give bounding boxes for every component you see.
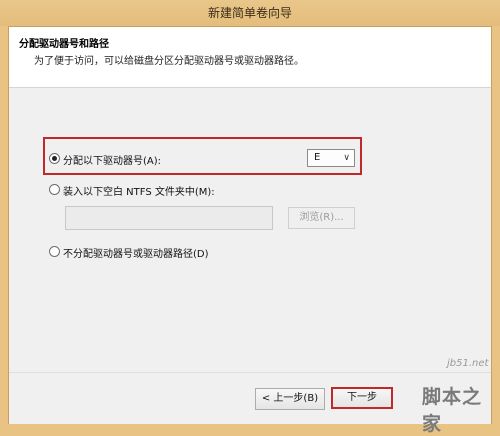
wizard-footer: < 上一步(B) 下一步 <box>9 372 491 424</box>
no-assign-label[interactable]: 不分配驱动器号或驱动器路径(D) <box>63 245 209 260</box>
wizard-window: 分配驱动器号和路径 为了便于访问，可以给磁盘分区分配驱动器号或驱动器路径。 分配… <box>8 26 492 424</box>
no-assign-radio[interactable] <box>49 246 60 257</box>
back-button[interactable]: < 上一步(B) <box>255 388 325 410</box>
drive-letter-value: E <box>314 152 321 163</box>
wizard-header: 分配驱动器号和路径 为了便于访问，可以给磁盘分区分配驱动器号或驱动器路径。 <box>9 27 491 88</box>
watermark-site: jb51.net <box>447 358 489 369</box>
page-title: 分配驱动器号和路径 <box>19 39 109 50</box>
assign-letter-radio[interactable] <box>49 153 60 164</box>
page-subtitle: 为了便于访问，可以给磁盘分区分配驱动器号或驱动器路径。 <box>34 56 304 67</box>
assign-letter-label[interactable]: 分配以下驱动器号(A): <box>63 152 161 167</box>
mount-folder-label[interactable]: 装入以下空白 NTFS 文件夹中(M): <box>63 183 215 198</box>
window-titlebar: 新建简单卷向导 <box>0 0 500 26</box>
mount-folder-radio[interactable] <box>49 184 60 195</box>
chevron-down-icon: ∨ <box>343 153 350 163</box>
drive-letter-select[interactable]: E ∨ <box>307 149 355 167</box>
next-button[interactable]: 下一步 <box>331 387 393 409</box>
window-title: 新建简单卷向导 <box>207 6 292 20</box>
browse-button[interactable]: 浏览(R)... <box>288 207 355 229</box>
folder-path-input[interactable] <box>65 206 273 230</box>
